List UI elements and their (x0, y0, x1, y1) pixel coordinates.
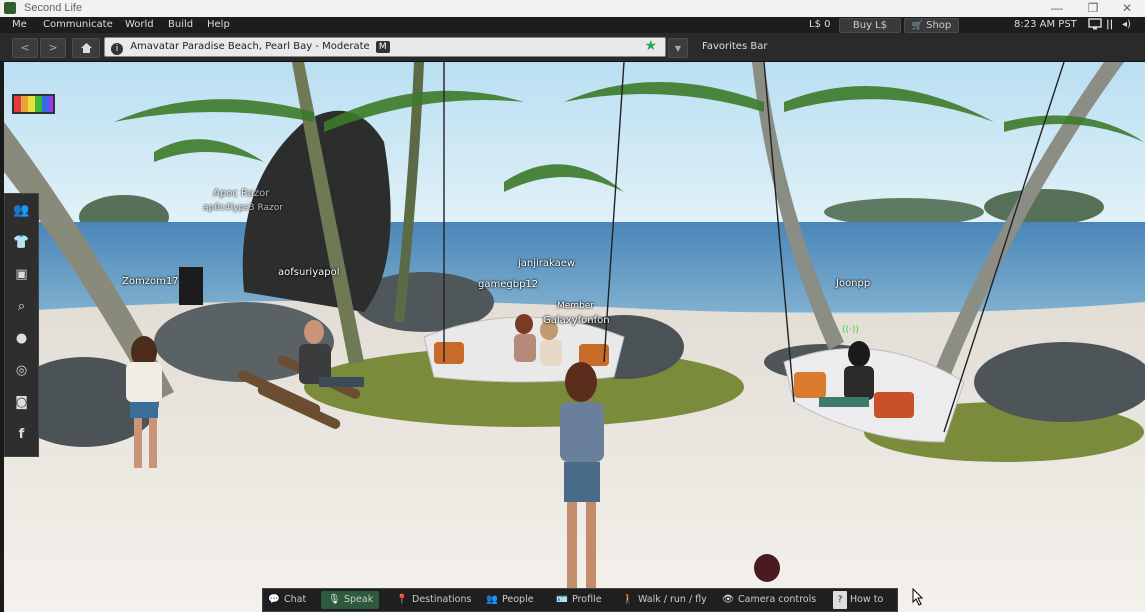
buy-linden-button[interactable]: Buy L$ (839, 18, 901, 33)
speak-button[interactable]: 🎙 Speak (321, 591, 380, 609)
back-arrow-icon: < (20, 41, 30, 54)
destinations-button[interactable]: 📍 Destinations (395, 591, 471, 609)
avatar-tag-janjirakaew[interactable]: janjirakaew (518, 258, 575, 269)
world-viewport[interactable]: ((·)) Apoc Razor ap0c4lyps3 Razor aofsur… (4, 62, 1145, 612)
window-titlebar: Second Life — ❐ ✕ (0, 0, 1145, 17)
walk-run-fly-button-label: Walk / run / fly (638, 594, 707, 605)
beach-scene-image: ((·)) (4, 62, 1145, 612)
people-icon[interactable]: 👥 (8, 198, 35, 224)
forward-arrow-icon: > (48, 41, 58, 54)
volume-icon[interactable]: ◂) (1122, 19, 1131, 30)
eye-icon: 👁 (721, 594, 735, 605)
inventory-icon[interactable]: ▣ (8, 262, 35, 288)
left-toolbar: 👥 👕 ▣ ⌕ ● ◎ ◙ f (4, 193, 39, 457)
location-text: Amavatar Paradise Beach, Pearl Bay - Mod… (130, 41, 370, 52)
avatar-tag-apoc-razor-username: ap0c4lyps3 Razor (203, 203, 283, 213)
destinations-button-label: Destinations (412, 594, 472, 605)
shopping-cart-icon: 🛒 (911, 21, 923, 31)
bottom-toolbar: 💬 Chat 🎙 Speak 📍 Destinations 👥 People 🪪 Prof… (262, 588, 898, 612)
maturity-badge: M (375, 41, 390, 53)
avatar-tag-galaxyfonfon[interactable]: Galaxyfonfon (543, 315, 610, 326)
people-button[interactable]: 👥 People (485, 591, 534, 609)
microphone-icon: 🎙 (327, 594, 341, 605)
shop-label: Shop (926, 20, 952, 31)
walk-run-fly-button[interactable]: 🚶 Walk / run / fly (621, 591, 707, 609)
question-icon: ? (833, 591, 847, 609)
home-button[interactable] (72, 38, 100, 58)
menu-me[interactable]: Me (12, 19, 27, 30)
chat-button-label: Chat (284, 594, 307, 605)
search-icon[interactable]: ⌕ (8, 294, 35, 320)
map-pin-icon: 📍 (396, 594, 408, 605)
avatar-tag-member-group: Member (557, 301, 595, 311)
close-button[interactable]: ✕ (1112, 0, 1142, 17)
menu-world[interactable]: World (125, 19, 154, 30)
avatar-tag-aofsuriyapol[interactable]: aofsuriyapol (278, 267, 340, 278)
appearance-shirt-icon[interactable]: 👕 (8, 230, 35, 256)
snapshot-camera-icon[interactable]: ◙ (8, 390, 35, 416)
menu-bar: Me Communicate World Build Help L$ 0 Buy… (0, 17, 1145, 33)
avatar-tag-zomzom17[interactable]: Zomzom17 (122, 276, 179, 287)
menu-build[interactable]: Build (168, 19, 193, 30)
avatar-tag-apoc-razor[interactable]: Apoc Razor (213, 188, 269, 199)
forward-button[interactable]: > (40, 38, 66, 58)
svg-text:((·)): ((·)) (842, 325, 859, 335)
places-pin-icon[interactable]: ● (8, 326, 35, 352)
navigation-bar: < > i Amavatar Paradise Beach, Pearl Bay… (0, 33, 1145, 62)
restore-button[interactable]: ❐ (1078, 0, 1108, 17)
menu-communicate[interactable]: Communicate (43, 19, 113, 30)
pause-media-icon[interactable]: || (1106, 19, 1113, 30)
clock: 8:23 AM PST (1014, 19, 1077, 30)
media-icon[interactable] (1088, 18, 1102, 33)
profile-card-icon: 🪪 (556, 594, 568, 605)
location-bar[interactable]: i Amavatar Paradise Beach, Pearl Bay - M… (104, 37, 666, 57)
back-button[interactable]: < (12, 38, 38, 58)
second-life-app-icon (4, 2, 16, 14)
people-button-label: People (502, 594, 534, 605)
shop-button[interactable]: 🛒 Shop (904, 18, 959, 33)
linden-balance[interactable]: L$ 0 (809, 19, 830, 30)
favorites-bar-label[interactable]: Favorites Bar (702, 41, 767, 52)
minimize-button[interactable]: — (1042, 0, 1072, 17)
chevron-down-icon: ▼ (674, 44, 682, 53)
how-to-button[interactable]: ? How to (833, 591, 883, 609)
how-to-button-label: How to (850, 594, 884, 605)
chat-bubble-icon: 💬 (268, 594, 280, 605)
profile-button[interactable]: 🪪 Profile (555, 591, 602, 609)
home-icon (80, 43, 92, 53)
people-group-icon: 👥 (486, 594, 498, 605)
window-title: Second Life (24, 2, 83, 14)
avatar-tag-gamegbp12[interactable]: gamegbp12 (478, 279, 538, 290)
location-dropdown-button[interactable]: ▼ (668, 38, 688, 58)
mouse-cursor-icon (912, 588, 924, 606)
avatar-tag-joonpp[interactable]: Joonpp (836, 278, 870, 289)
camera-controls-button-label: Camera controls (738, 594, 817, 605)
info-icon[interactable]: i (111, 43, 123, 55)
camera-controls-button[interactable]: 👁 Camera controls (721, 591, 816, 609)
favorite-star-icon[interactable]: ★ (644, 37, 657, 55)
chat-button[interactable]: 💬 Chat (267, 591, 306, 609)
profile-button-label: Profile (572, 594, 602, 605)
facebook-icon[interactable]: f (8, 422, 35, 448)
radar-icon[interactable]: ◎ (8, 358, 35, 384)
menu-help[interactable]: Help (207, 19, 230, 30)
speak-button-label: Speak (344, 594, 374, 605)
walking-person-icon: 🚶 (622, 594, 634, 605)
